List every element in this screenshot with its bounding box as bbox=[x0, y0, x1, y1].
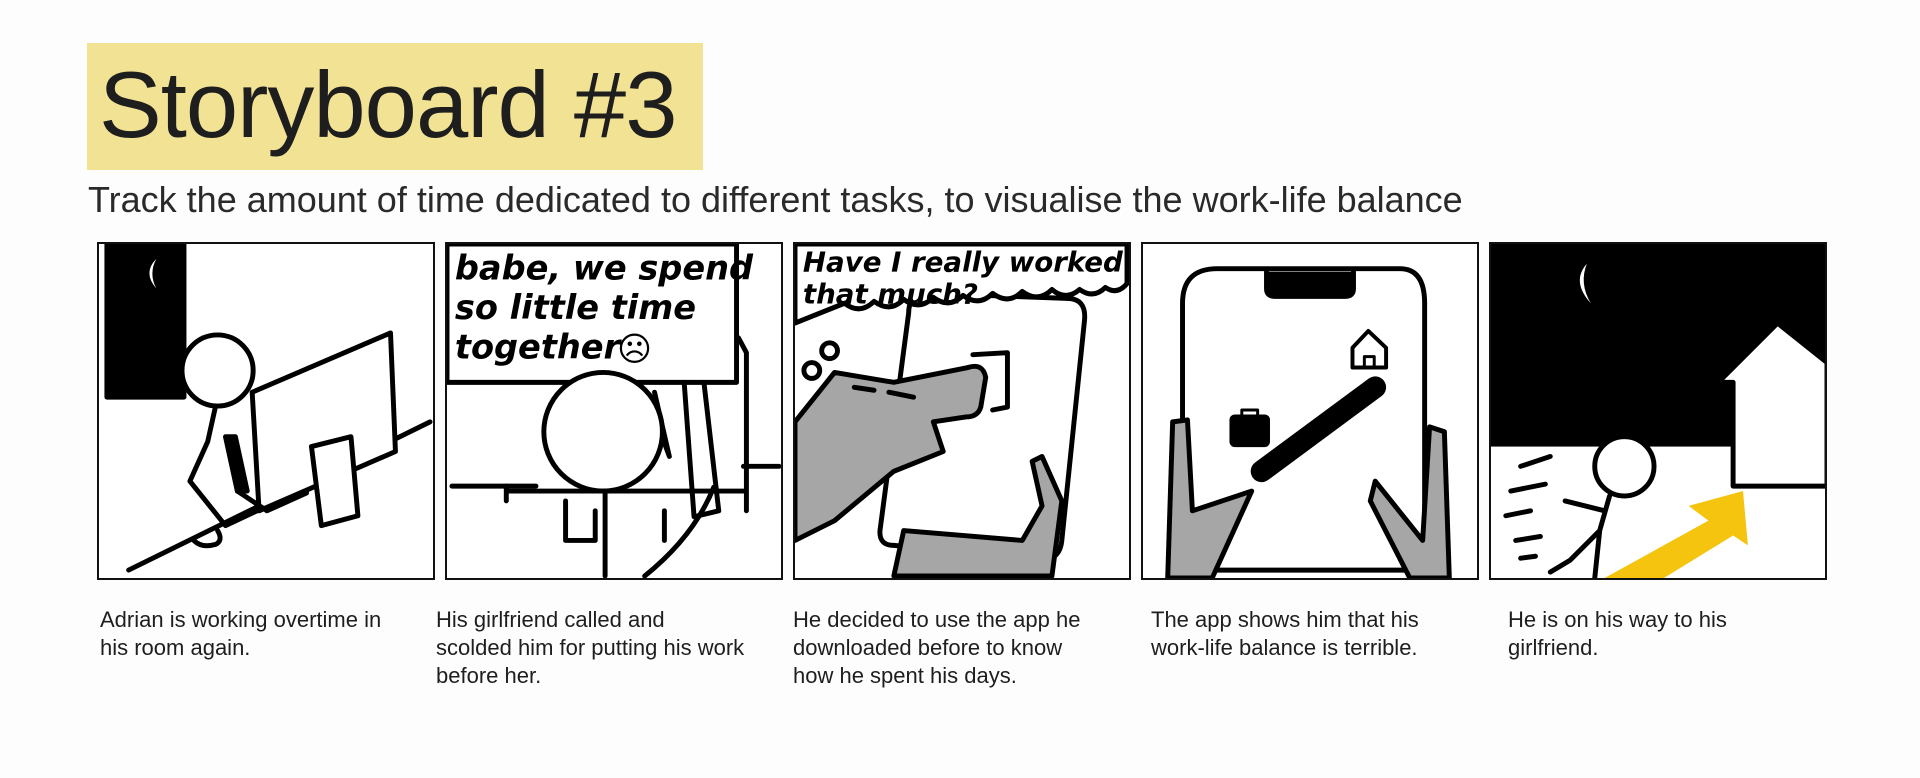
page-subtitle: Track the amount of time dedicated to di… bbox=[88, 179, 1463, 220]
storyboard-panel-4 bbox=[1141, 242, 1479, 580]
panel-4-caption: The app shows him that his work-life bal… bbox=[1151, 607, 1419, 660]
computer-tower bbox=[308, 434, 361, 529]
thought-line-1: Have I really worked bbox=[803, 246, 1124, 279]
night-window bbox=[104, 244, 187, 400]
necktie bbox=[223, 434, 250, 494]
panel-1-drawing bbox=[104, 244, 433, 573]
thought-line-2: that much? bbox=[803, 277, 978, 310]
storyboard-panel-5 bbox=[1489, 242, 1827, 580]
panel-3-caption: He decided to use the app he downloaded … bbox=[793, 607, 1081, 688]
speech-line-2: so little time bbox=[455, 288, 696, 327]
panel-3-drawing: Have I really worked that much? bbox=[795, 244, 1129, 578]
storyboard-panel-3: Have I really worked that much? bbox=[793, 242, 1131, 580]
speech-line-1: babe, we spend bbox=[455, 249, 754, 288]
sad-face-icon: ☹ bbox=[617, 330, 652, 369]
speech-line-3: together bbox=[455, 328, 623, 367]
person-head bbox=[179, 332, 256, 409]
panel-2-drawing: babe, we spend so little time together ☹ bbox=[447, 244, 781, 578]
arrow-icon bbox=[1604, 491, 1748, 578]
person-head bbox=[541, 369, 665, 494]
phone-notch bbox=[1264, 269, 1356, 299]
panel-1-caption: Adrian is working overtime in his room a… bbox=[100, 607, 382, 660]
person-head bbox=[1592, 434, 1657, 499]
panel-5-drawing bbox=[1491, 244, 1825, 578]
storyboard-panel-1 bbox=[97, 242, 435, 580]
panel-2-caption: His girlfriend called and scolded him fo… bbox=[436, 607, 745, 688]
panel-5-caption: He is on his way to his girlfriend. bbox=[1508, 607, 1727, 660]
briefcase-icon bbox=[1229, 414, 1270, 448]
panel-4-drawing bbox=[1165, 266, 1452, 578]
page-title: Storyboard #3 bbox=[99, 52, 677, 157]
storyboard-panel-2: babe, we spend so little time together ☹ bbox=[445, 242, 783, 580]
